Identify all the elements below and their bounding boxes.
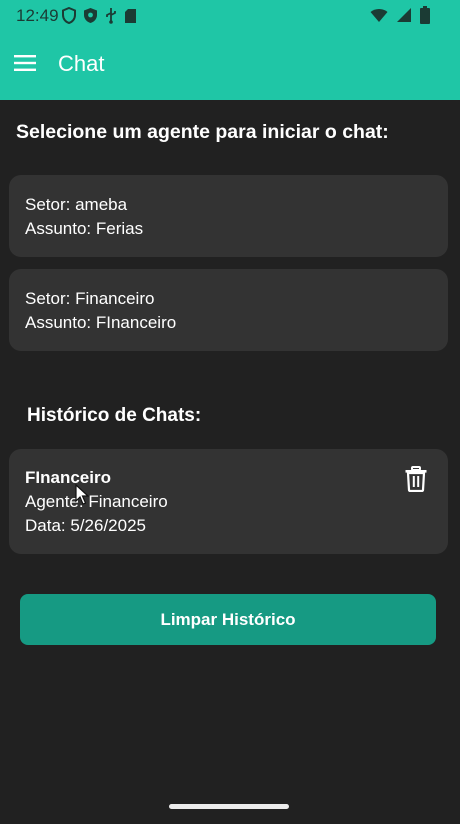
clear-history-button[interactable]: Limpar Histórico bbox=[20, 594, 436, 645]
agents-heading: Selecione um agente para iniciar o chat: bbox=[16, 121, 389, 143]
shield-lock-icon bbox=[83, 7, 98, 24]
shield-outline-icon bbox=[62, 7, 76, 24]
app-title: Chat bbox=[58, 51, 105, 76]
history-heading: Histórico de Chats: bbox=[27, 405, 202, 426]
sd-card-icon bbox=[124, 8, 137, 24]
home-indicator[interactable] bbox=[169, 804, 289, 809]
top-bar: 12:49 Chat bbox=[0, 0, 460, 100]
status-bar: 12:49 bbox=[0, 0, 460, 32]
history-chat-agent: Agente: Financeiro bbox=[25, 492, 168, 511]
battery-icon bbox=[420, 6, 430, 29]
wifi-icon bbox=[370, 8, 388, 28]
agent-subject: Assunto: FInanceiro bbox=[25, 313, 177, 332]
status-left-icons bbox=[62, 7, 137, 24]
delete-history-button[interactable] bbox=[403, 465, 429, 497]
agent-subject: Assunto: Ferias bbox=[25, 219, 144, 238]
agent-sector: Setor: Financeiro bbox=[25, 289, 155, 308]
agent-card-ameba[interactable]: Setor: ameba Assunto: Ferias bbox=[9, 175, 448, 257]
hamburger-menu-icon bbox=[14, 54, 36, 76]
status-right-icons bbox=[370, 6, 430, 29]
agent-sector: Setor: ameba bbox=[25, 195, 128, 214]
signal-icon bbox=[396, 7, 412, 28]
chat-screen: 12:49 Chat Selecione um agente para inic… bbox=[0, 0, 460, 824]
mouse-cursor-icon bbox=[75, 483, 90, 506]
trash-icon bbox=[405, 465, 427, 497]
agent-card-financeiro[interactable]: Setor: Financeiro Assunto: FInanceiro bbox=[9, 269, 448, 351]
history-chat-name: FInanceiro bbox=[25, 468, 111, 487]
history-chat-date: Data: 5/26/2025 bbox=[25, 516, 146, 535]
usb-icon bbox=[105, 7, 117, 24]
status-time: 12:49 bbox=[16, 6, 59, 25]
menu-button[interactable] bbox=[12, 52, 38, 78]
app-bar: Chat bbox=[0, 32, 460, 100]
